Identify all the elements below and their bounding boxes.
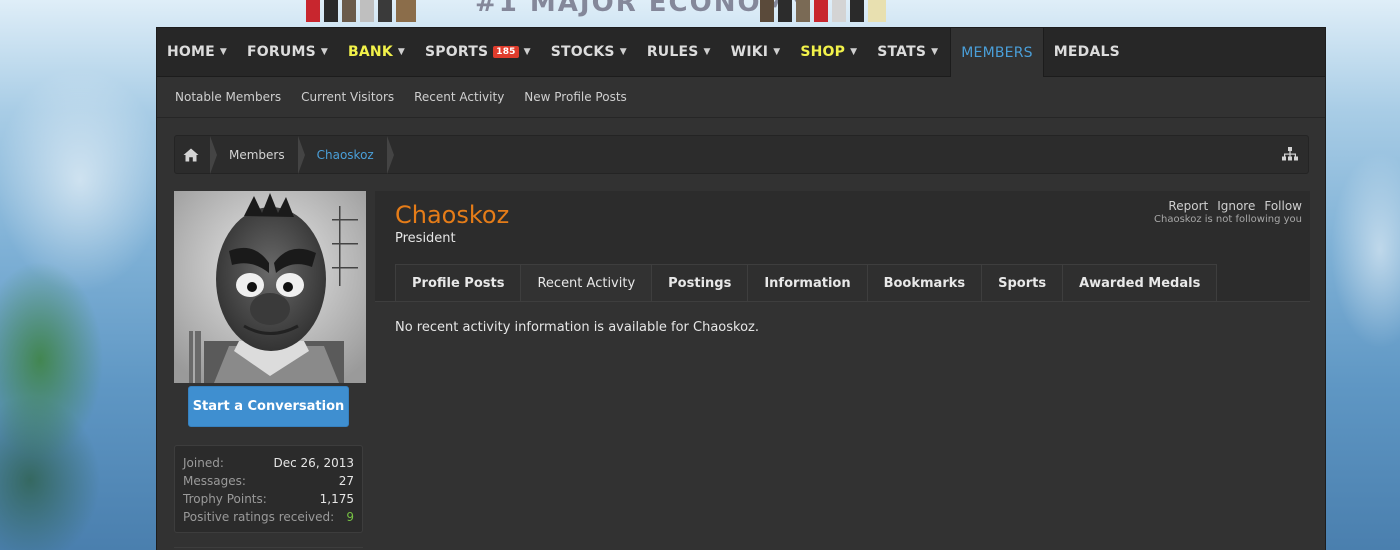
stat-trophy-points: Trophy Points: 1,175 — [183, 490, 354, 508]
sitemap-button[interactable] — [1282, 147, 1298, 166]
banner-figure — [306, 0, 320, 22]
stat-value: Dec 26, 2013 — [273, 456, 354, 470]
banner-figure — [778, 0, 792, 22]
banner-figure — [832, 0, 846, 22]
nav-tab-label: FORUMS — [247, 44, 316, 60]
tab-postings[interactable]: Postings — [652, 264, 749, 302]
page-container: HOME ▼ FORUMS ▼ BANK ▼ SPORTS 185 ▼ STOCKS ▼ R… — [156, 27, 1326, 550]
tab-profile-posts[interactable]: Profile Posts — [395, 264, 522, 302]
nav-tab-label: MEMBERS — [961, 44, 1033, 61]
sub-navigation: Notable Members Current Visitors Recent … — [157, 77, 1325, 118]
stat-label: Messages: — [183, 474, 246, 488]
stat-label: Positive ratings received: — [183, 510, 335, 524]
background-left — [0, 0, 160, 550]
follow-link[interactable]: Follow — [1264, 199, 1302, 213]
nav-tab-label: STATS — [877, 44, 927, 60]
profile-header: Chaoskoz President Report Ignore Follow … — [375, 191, 1310, 302]
ignore-link[interactable]: Ignore — [1217, 199, 1255, 213]
stat-value[interactable]: 1,175 — [320, 490, 354, 508]
report-link[interactable]: Report — [1168, 199, 1208, 213]
chevron-down-icon: ▼ — [850, 47, 858, 57]
profile-actions: Report Ignore Follow — [1168, 199, 1302, 213]
subnav-current-visitors[interactable]: Current Visitors — [291, 90, 404, 104]
banner-figure — [814, 0, 828, 22]
nav-tab-stocks[interactable]: STOCKS ▼ — [541, 28, 637, 76]
nav-tab-label: BANK — [348, 44, 393, 60]
nav-tab-shop[interactable]: SHOP ▼ — [790, 28, 867, 76]
banner-figure — [342, 0, 356, 22]
profile-user-title: President — [395, 231, 456, 246]
subnav-notable-members[interactable]: Notable Members — [165, 90, 291, 104]
subnav-recent-activity[interactable]: Recent Activity — [404, 90, 514, 104]
tab-divider — [375, 301, 1310, 302]
nav-tab-label: SPORTS — [425, 44, 489, 60]
nav-tab-rules[interactable]: RULES ▼ — [637, 28, 721, 76]
chevron-down-icon: ▼ — [320, 47, 328, 57]
banner-figure — [396, 0, 416, 22]
tab-sports[interactable]: Sports — [982, 264, 1064, 302]
banner-figures-left — [306, 0, 416, 22]
chevron-down-icon: ▼ — [523, 47, 531, 57]
stat-joined: Joined: Dec 26, 2013 — [183, 454, 354, 472]
background-right — [1320, 0, 1400, 550]
breadcrumb-current[interactable]: Chaoskoz — [299, 136, 394, 174]
notification-badge: 185 — [493, 46, 519, 58]
main-navigation: HOME ▼ FORUMS ▼ BANK ▼ SPORTS 185 ▼ STOCKS ▼ R… — [157, 28, 1325, 77]
banner-figure — [850, 0, 864, 22]
nav-tab-bank[interactable]: BANK ▼ — [338, 28, 415, 76]
banner-figure — [324, 0, 338, 22]
breadcrumb: Members Chaoskoz — [174, 135, 1309, 174]
chevron-down-icon: ▼ — [703, 47, 711, 57]
nav-tab-label: WIKI — [730, 44, 769, 60]
profile-username: Chaoskoz — [395, 201, 510, 229]
nav-tab-wiki[interactable]: WIKI ▼ — [721, 28, 791, 76]
nav-tab-home[interactable]: HOME ▼ — [157, 28, 237, 76]
tab-bookmarks[interactable]: Bookmarks — [867, 264, 983, 302]
banner-figure — [868, 0, 886, 22]
nav-tab-stats[interactable]: STATS ▼ — [867, 28, 950, 76]
chevron-down-icon: ▼ — [397, 47, 405, 57]
nav-tab-sports[interactable]: SPORTS 185 ▼ — [415, 28, 541, 76]
banner-figure — [360, 0, 374, 22]
banner-figure — [378, 0, 392, 22]
breadcrumb-home[interactable] — [175, 136, 217, 174]
stat-label: Joined: — [183, 456, 224, 470]
nav-tab-members[interactable]: MEMBERS — [950, 28, 1044, 77]
site-banner[interactable]: #1 MAJOR ECONOMY — [300, 0, 920, 26]
stat-value[interactable]: 27 — [339, 472, 354, 490]
chevron-down-icon: ▼ — [773, 47, 781, 57]
tab-awarded-medals[interactable]: Awarded Medals — [1063, 264, 1218, 302]
nav-tab-label: RULES — [646, 44, 699, 60]
activity-empty-message: No recent activity information is availa… — [395, 320, 760, 335]
nav-tab-label: MEDALS — [1053, 44, 1120, 60]
home-icon — [183, 148, 199, 161]
stat-positive-ratings: Positive ratings received: 9 — [183, 508, 354, 526]
banner-figures-right — [760, 0, 886, 22]
user-avatar[interactable] — [174, 191, 366, 383]
banner-figure — [796, 0, 810, 22]
follow-status: Chaoskoz is not following you — [1154, 214, 1302, 225]
nav-tab-label: HOME — [167, 44, 215, 60]
stat-label: Trophy Points: — [183, 492, 267, 506]
chevron-down-icon: ▼ — [219, 47, 228, 57]
tab-information[interactable]: Information — [748, 264, 868, 302]
breadcrumb-members[interactable]: Members — [211, 136, 305, 174]
sitemap-icon — [1282, 147, 1298, 161]
nav-tab-forums[interactable]: FORUMS ▼ — [237, 28, 338, 76]
member-stats: Joined: Dec 26, 2013 Messages: 27 Trophy… — [174, 445, 363, 533]
chevron-down-icon: ▼ — [931, 47, 939, 57]
tab-recent-activity[interactable]: Recent Activity — [521, 264, 653, 302]
stat-messages: Messages: 27 — [183, 472, 354, 490]
start-conversation-button[interactable]: Start a Conversation — [188, 386, 349, 427]
avatar-image — [174, 191, 366, 383]
nav-tab-medals[interactable]: MEDALS — [1044, 28, 1130, 76]
stat-value: 9 — [346, 510, 354, 524]
nav-tab-label: SHOP — [800, 44, 846, 60]
nav-tab-label: STOCKS — [550, 44, 615, 60]
chevron-down-icon: ▼ — [619, 47, 627, 57]
subnav-new-profile-posts[interactable]: New Profile Posts — [514, 90, 636, 104]
profile-tabs: Profile Posts Recent Activity Postings I… — [395, 264, 1218, 302]
banner-figure — [760, 0, 774, 22]
